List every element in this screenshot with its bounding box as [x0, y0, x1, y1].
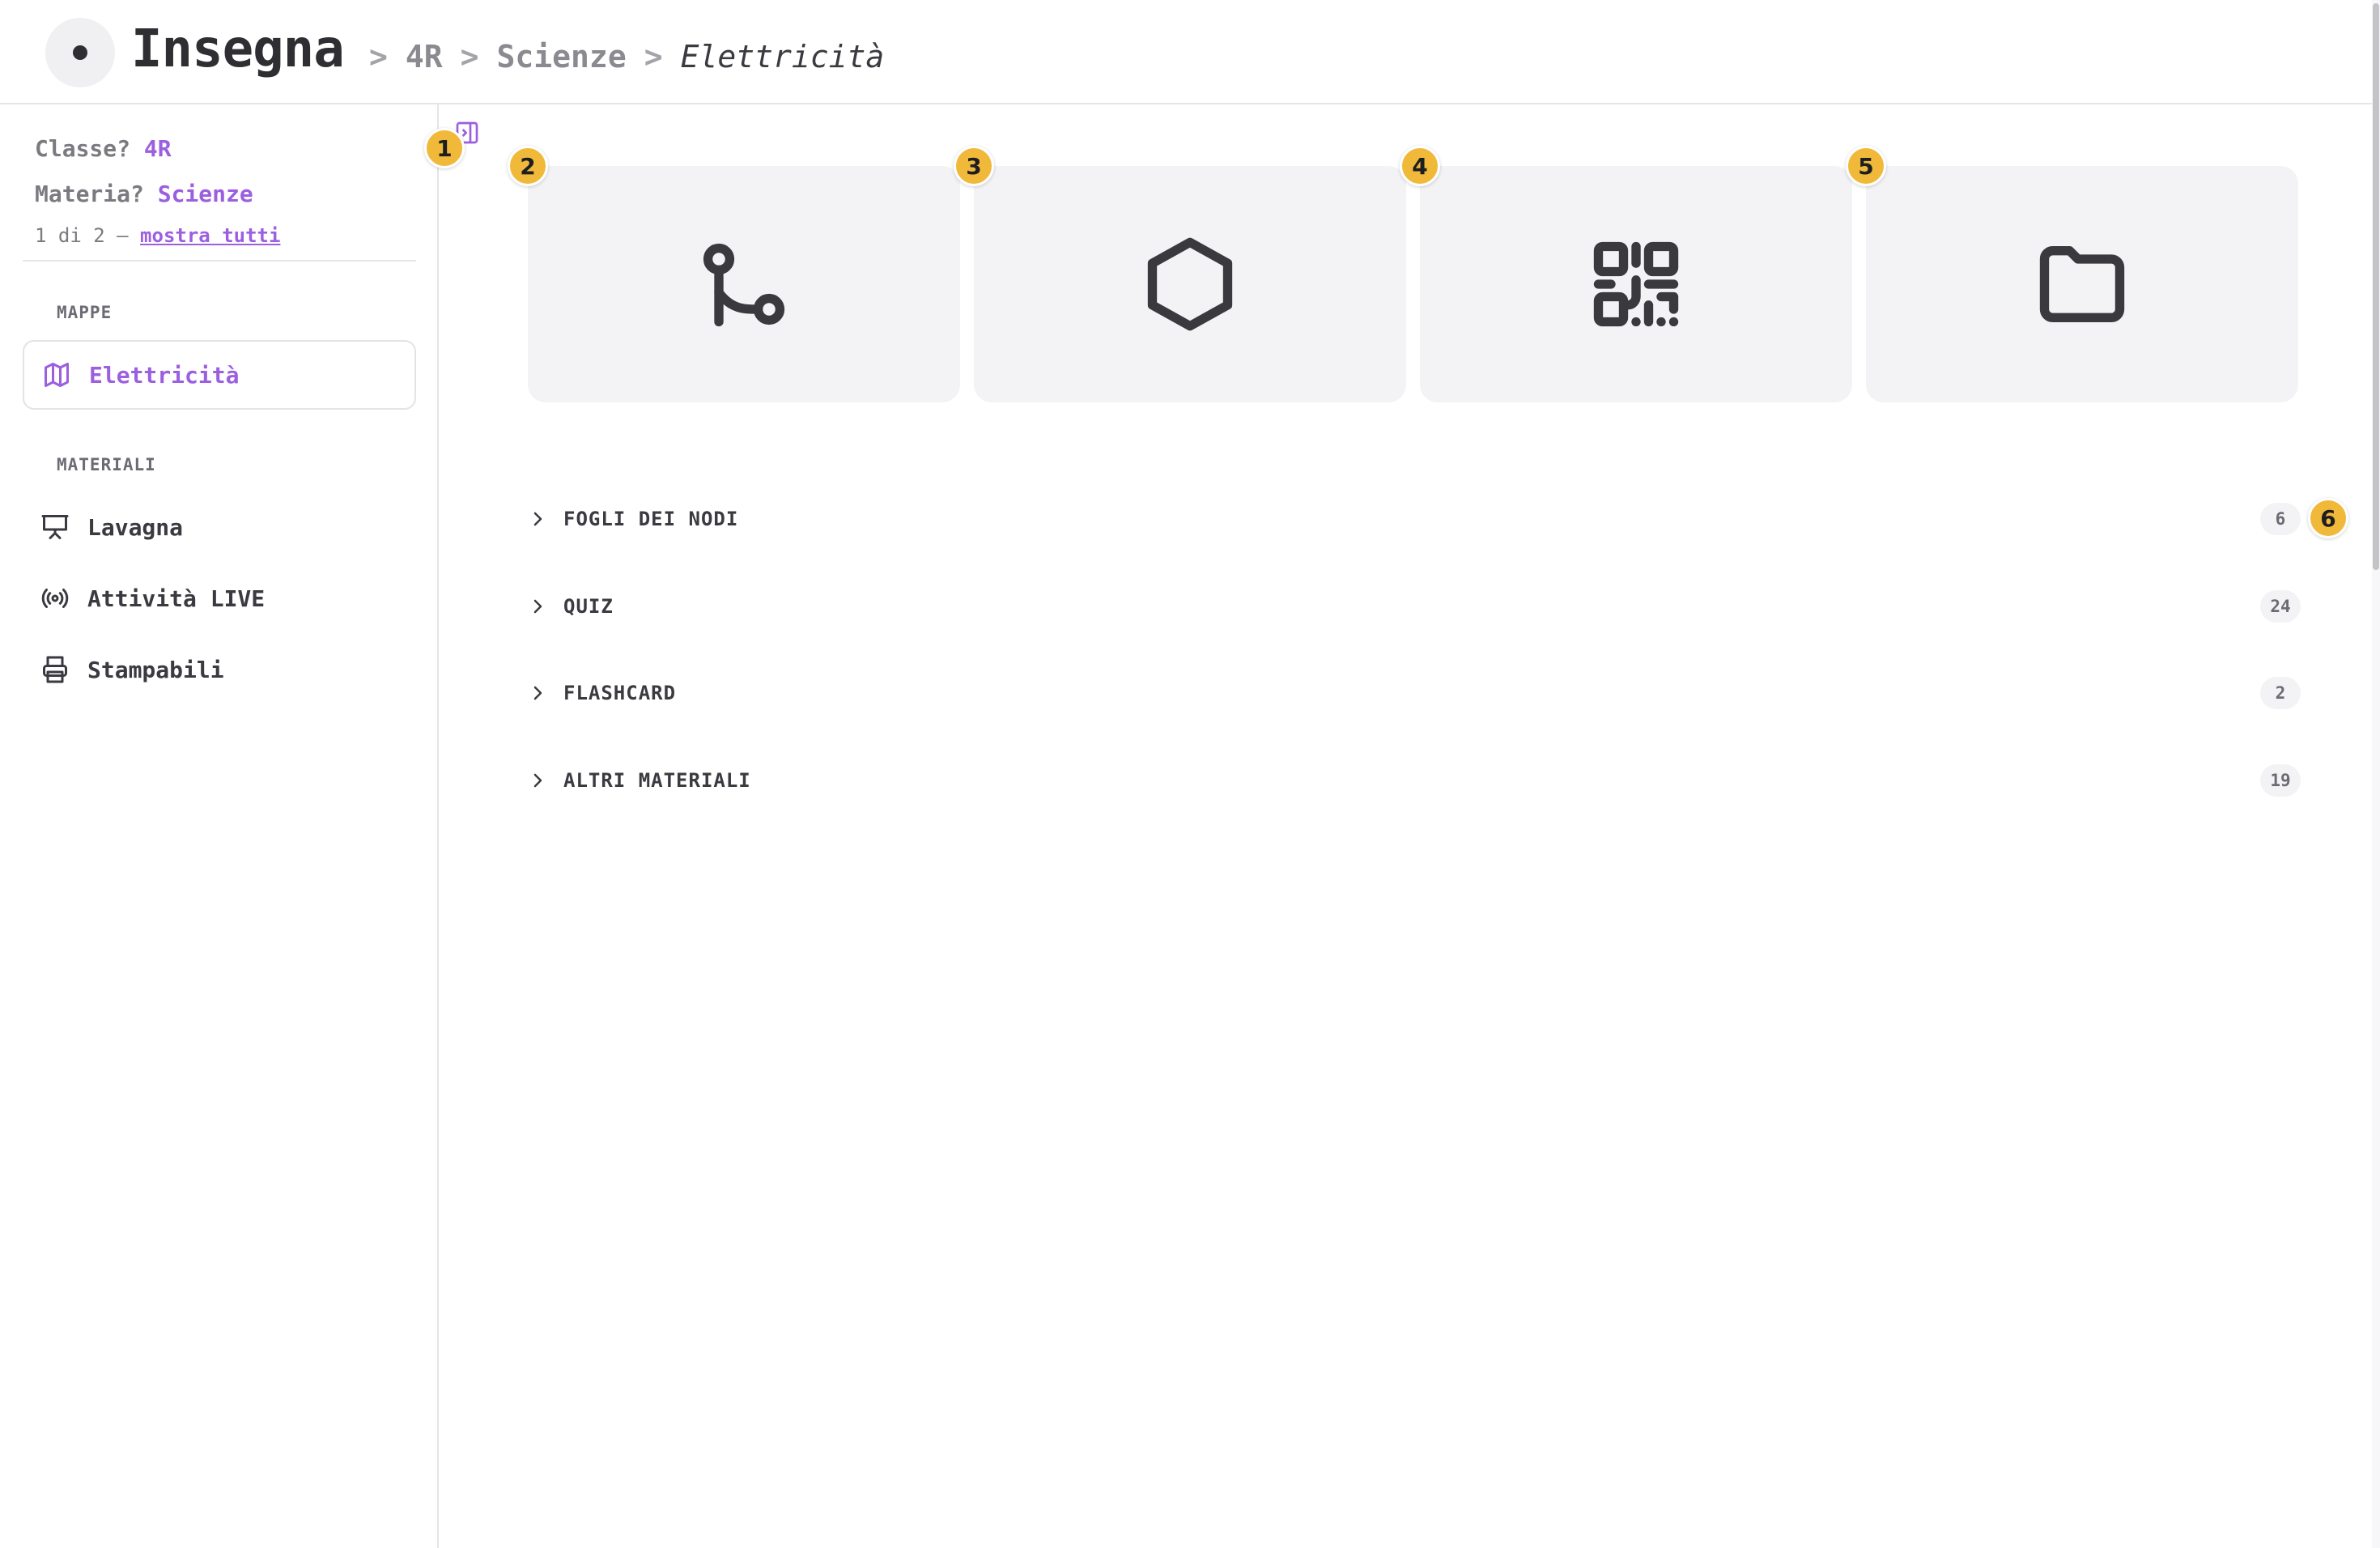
sidebar-item-label: Stampabili	[87, 656, 224, 683]
maps-heading: MAPPE	[57, 303, 113, 322]
section-label: QUIZ	[563, 595, 614, 618]
breadcrumb-separator: >	[460, 39, 479, 74]
map-icon	[45, 363, 69, 387]
subject-label: Materia?	[35, 181, 144, 207]
step-badge-6: 6	[2308, 498, 2348, 538]
node-path-icon	[703, 243, 785, 327]
step-badge-4: 4	[1400, 146, 1440, 186]
sidebar-item-label: Attività LIVE	[87, 585, 266, 612]
chevron-right-icon	[533, 512, 542, 526]
subject-value[interactable]: Scienze	[158, 181, 253, 207]
step-badge-3: 3	[954, 146, 994, 186]
top-bar: Insegna > 4R > Scienze > Elettricità	[0, 0, 2372, 104]
show-all-link[interactable]: mostra tutti	[140, 224, 280, 247]
section-flashcard[interactable]: FLASHCARD 2	[528, 669, 2301, 717]
sidebar-divider	[23, 260, 416, 262]
breadcrumb: > 4R > Scienze > Elettricità	[351, 39, 884, 74]
card-fogli-dei-nodi[interactable]	[528, 166, 960, 402]
sidebar: Classe? 4R Materia? Scienze 1 di 2 — mos…	[0, 104, 439, 1548]
map-count-text: 1 di 2 —	[35, 224, 129, 247]
materials-heading: MATERIALI	[57, 455, 156, 474]
sidebar-item-label: Lavagna	[87, 513, 184, 541]
section-count: 6	[2260, 503, 2301, 535]
scrollbar[interactable]	[2372, 0, 2380, 1548]
sidebar-item-label: Elettricità	[89, 361, 240, 389]
section-label: FOGLI DEI NODI	[563, 508, 739, 530]
scrollbar-thumb[interactable]	[2373, 3, 2379, 570]
step-badge-1: 1	[424, 128, 465, 168]
class-selector[interactable]: Classe? 4R	[35, 135, 172, 162]
printer-icon	[43, 656, 67, 683]
breadcrumb-subject[interactable]: Scienze	[497, 39, 627, 74]
card-altri-materiali[interactable]	[1866, 166, 2298, 402]
subject-selector[interactable]: Materia? Scienze	[35, 181, 253, 207]
home-button[interactable]	[45, 18, 115, 87]
sidebar-item-stampabili[interactable]: Stampabili	[23, 635, 416, 704]
step-badge-5: 5	[1846, 146, 1886, 186]
breadcrumb-separator: >	[644, 39, 663, 74]
class-value[interactable]: 4R	[144, 135, 172, 162]
presentation-board-icon	[41, 515, 69, 539]
breadcrumb-current: Elettricità	[680, 39, 885, 74]
section-count: 24	[2260, 590, 2301, 623]
sidebar-item-lavagna[interactable]: Lavagna	[23, 492, 416, 562]
section-label: ALTRI MATERIALI	[563, 769, 751, 792]
card-quiz[interactable]	[974, 166, 1406, 402]
breadcrumb-separator: >	[369, 39, 388, 74]
section-count: 2	[2260, 677, 2301, 709]
hexagon-icon	[1147, 237, 1233, 331]
chevron-right-icon	[533, 599, 542, 614]
section-altri-materiali[interactable]: ALTRI MATERIALI 19	[528, 756, 2301, 805]
section-quiz[interactable]: QUIZ 24	[528, 582, 2301, 631]
class-label: Classe?	[35, 135, 131, 162]
sidebar-item-elettricita[interactable]: Elettricità	[23, 340, 416, 410]
section-label: FLASHCARD	[563, 682, 677, 704]
section-count: 19	[2260, 764, 2301, 797]
broadcast-icon	[41, 589, 69, 608]
section-fogli-dei-nodi[interactable]: FOGLI DEI NODI 6	[528, 495, 2301, 543]
step-badge-2: 2	[508, 146, 548, 186]
dot-icon	[73, 45, 87, 60]
card-flashcard[interactable]	[1420, 166, 1852, 402]
breadcrumb-class[interactable]: 4R	[406, 39, 443, 74]
map-count: 1 di 2 — mostra tutti	[35, 224, 280, 247]
app-title[interactable]: Insegna	[131, 19, 345, 79]
chevron-right-icon	[533, 686, 542, 700]
chevron-right-icon	[533, 773, 542, 788]
sidebar-item-attivita-live[interactable]: Attività LIVE	[23, 563, 416, 633]
folder-icon	[2039, 245, 2125, 323]
qr-code-icon	[1593, 241, 1679, 327]
